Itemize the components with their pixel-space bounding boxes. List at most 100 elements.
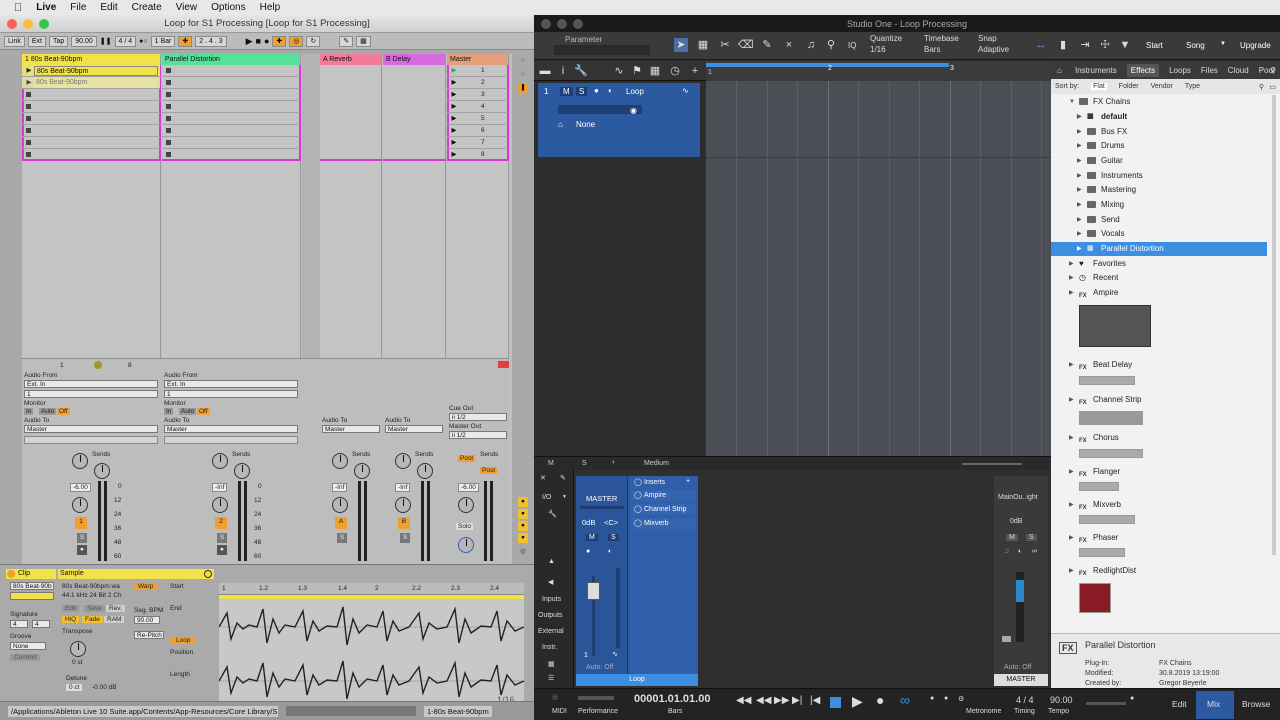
tempo-value[interactable]: 90.00 <box>1050 695 1073 705</box>
send-a-knob[interactable] <box>332 453 348 469</box>
precount-icon[interactable]: ● <box>930 695 934 702</box>
quantize-select[interactable]: 1/16 <box>870 45 886 54</box>
layout-icon[interactable]: ▭ <box>1269 83 1276 91</box>
sort-flat[interactable]: Flat <box>1091 83 1107 90</box>
hiq-button[interactable]: HiQ <box>62 616 80 623</box>
clip-slot[interactable]: ▶ 80s Beat-90bpm <box>22 65 160 77</box>
browse-view-button[interactable]: Browse <box>1242 699 1270 709</box>
detune-field[interactable]: 0 ct <box>66 684 83 691</box>
bank-up-icon[interactable]: ▲ <box>548 558 555 565</box>
tree-item[interactable]: ▶ Mixing <box>1051 198 1267 212</box>
solo-button[interactable]: S <box>337 533 347 543</box>
automation-arm-icon[interactable]: ◎ <box>289 35 304 47</box>
menu-options[interactable]: Options <box>211 2 245 13</box>
scene-launch-icon[interactable]: ▶ <box>449 150 459 160</box>
close-mixer-icon[interactable]: ✕ <box>540 474 546 482</box>
scene-launch-icon[interactable]: ▶ <box>449 90 459 100</box>
monitor-icon[interactable]: ◐ <box>612 459 616 466</box>
clip[interactable]: 80s Beat-90bpm <box>34 78 158 88</box>
wrench-icon[interactable]: 🔧 <box>548 510 557 518</box>
monitor-icon[interactable]: ◐ <box>608 548 612 555</box>
clip-slot[interactable]: ▶ 80s Beat-90bpm <box>22 77 160 89</box>
volume-value[interactable]: 0dB <box>582 518 595 527</box>
paint-tool-icon[interactable]: ✎ <box>760 38 774 52</box>
view-toggle-icon[interactable]: ● <box>518 509 528 519</box>
metronome-icon[interactable]: ●○ <box>139 38 147 45</box>
mute-button[interactable]: M <box>560 87 573 96</box>
time-signature[interactable]: 4 / 4 <box>1016 695 1034 705</box>
scene-launch-icon[interactable]: ▶ <box>449 114 459 124</box>
seg-bpm-field[interactable]: 90.00 <box>134 616 160 624</box>
volume-display[interactable]: -Inf <box>395 483 411 492</box>
post-button[interactable]: Post <box>458 455 476 462</box>
clip-activator-icon[interactable] <box>7 570 15 578</box>
timebase-select[interactable]: Bars <box>924 45 940 54</box>
tree-favorites[interactable]: ▶ ♥ Favorites <box>1051 257 1267 271</box>
main-volume[interactable]: 0dB <box>1010 518 1022 525</box>
menu-app[interactable]: Live <box>36 2 56 13</box>
solo-cue-button[interactable]: Solo <box>456 523 474 530</box>
link-icon[interactable]: ∞ <box>1032 548 1037 555</box>
time-signature-field[interactable]: 4 / 4 <box>114 35 137 47</box>
show-mute-button[interactable]: M <box>548 460 554 467</box>
apple-icon[interactable]:  <box>14 2 22 14</box>
mute-button[interactable]: M <box>586 534 598 541</box>
play-icon[interactable]: ▶ <box>246 36 253 47</box>
browser-scrollbar[interactable] <box>1272 95 1276 555</box>
arm-button[interactable]: ● <box>77 545 87 555</box>
song-menu[interactable]: Song <box>1186 41 1205 50</box>
post-button[interactable]: Post <box>480 467 498 474</box>
main-fader[interactable] <box>1002 636 1011 642</box>
tab-cloud[interactable]: Cloud <box>1228 66 1249 75</box>
plugin-phaser[interactable]: ▶ FX Phaser <box>1051 531 1267 545</box>
split-tool-icon[interactable]: ✂ <box>718 38 732 52</box>
crossfader-icon[interactable]: ◎ <box>518 547 528 557</box>
solo-button[interactable]: S <box>1026 534 1037 541</box>
instruments-button[interactable]: Instr. <box>542 644 557 651</box>
send-b-knob[interactable] <box>354 463 370 479</box>
transpose-knob[interactable] <box>70 641 86 657</box>
cue-out-select[interactable]: ii 1/2 <box>449 413 507 421</box>
end-icon[interactable]: ▶| <box>792 695 802 706</box>
tab-loops[interactable]: Loops <box>1169 66 1191 75</box>
output-select[interactable]: Master <box>24 425 158 433</box>
track-1-title[interactable]: 1 80s Beat-90bpm <box>22 54 160 65</box>
waveform-icon[interactable]: ∿ <box>682 86 689 95</box>
plugin-flanger[interactable]: ▶ FX Flanger <box>1051 465 1267 479</box>
range-tool-icon[interactable]: ▦ <box>696 38 710 52</box>
inspector-icon[interactable]: i <box>556 64 570 78</box>
automation-icon[interactable]: ∿ <box>612 64 626 78</box>
output-select[interactable]: Master <box>322 425 380 433</box>
listen-tool-icon[interactable]: ♫ <box>804 38 818 52</box>
tree-fx-chains[interactable]: ▼ FX Chains <box>1051 95 1267 109</box>
send-a-knob[interactable] <box>72 453 88 469</box>
return-a-title[interactable]: A Reverb <box>320 54 381 65</box>
volume-display[interactable]: -6.00 <box>70 483 91 492</box>
tree-item[interactable]: ▶ ▦ default <box>1051 110 1267 124</box>
volume-display[interactable]: -6.00 <box>458 483 479 492</box>
record-button[interactable]: ● <box>876 692 884 708</box>
input-none-select[interactable]: None <box>576 120 595 129</box>
track-list-icon[interactable]: ▬ <box>538 64 552 78</box>
tree-item[interactable]: ▶ Instruments <box>1051 169 1267 183</box>
insert-slot[interactable]: ◯ Mixverb <box>632 518 696 529</box>
signature-denominator[interactable]: 4 <box>32 620 50 628</box>
menu-help[interactable]: Help <box>260 2 281 13</box>
parameter-field[interactable] <box>554 45 650 55</box>
clock-icon[interactable]: ◷ <box>668 64 682 78</box>
nudge-icon[interactable]: ❚❚ <box>100 37 112 45</box>
track-activator[interactable]: 2 <box>215 517 227 529</box>
send-a-knob[interactable] <box>212 453 228 469</box>
mute-button[interactable]: M <box>1006 534 1018 541</box>
save-sample-button[interactable]: Save <box>84 605 105 612</box>
volume-display[interactable]: -Inf <box>212 483 228 492</box>
solo-button[interactable]: S <box>608 534 619 541</box>
power-icon[interactable]: ◯ <box>634 519 642 527</box>
loop-switch-icon[interactable]: ↻ <box>306 35 321 47</box>
link-button[interactable]: Link <box>4 35 25 47</box>
autoscroll-icon[interactable]: ⇥ <box>1078 38 1092 52</box>
main-channel-name[interactable]: MASTER <box>994 674 1048 686</box>
power-icon[interactable]: ◯ <box>634 505 642 513</box>
timeline-ruler[interactable]: 1 2 3 <box>706 61 1051 81</box>
plugin-redlightdist[interactable]: ▶ FX RedlightDist <box>1051 564 1267 578</box>
